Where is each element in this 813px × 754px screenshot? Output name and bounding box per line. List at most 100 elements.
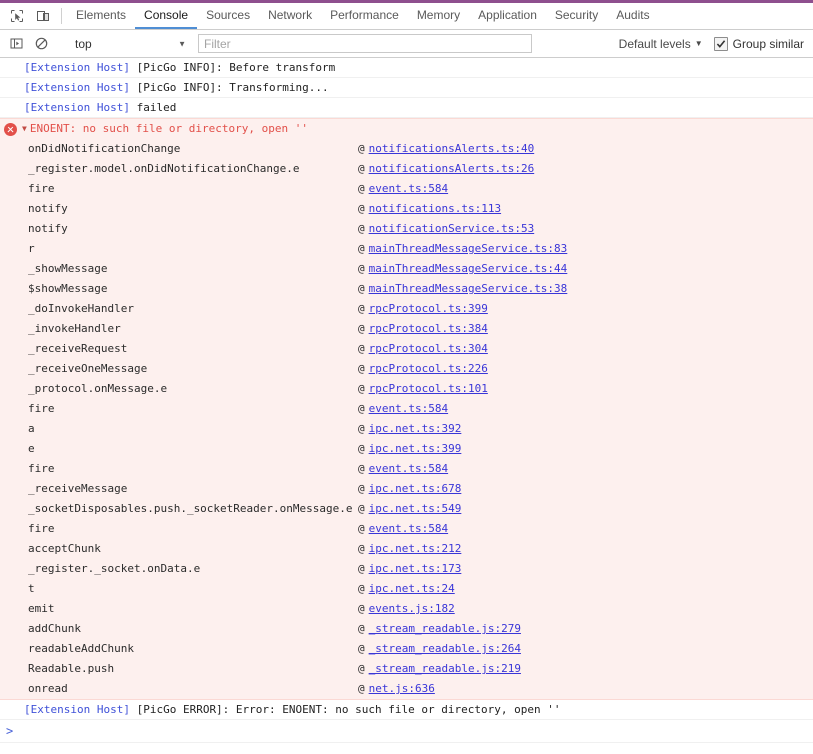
stack-frame[interactable]: _receiveMessage @ ipc.net.ts:678 xyxy=(0,479,813,499)
message-text: [PicGo INFO]: Transforming... xyxy=(129,81,329,94)
stack-source-link[interactable]: mainThreadMessageService.ts:38 xyxy=(369,279,568,299)
tab-network[interactable]: Network xyxy=(259,3,321,29)
tab-performance[interactable]: Performance xyxy=(321,3,408,29)
stack-frame[interactable]: _register.model.onDidNotificationChange.… xyxy=(0,159,813,179)
tab-elements[interactable]: Elements xyxy=(67,3,135,29)
stack-source-link[interactable]: rpcProtocol.ts:304 xyxy=(369,339,488,359)
stack-source-link[interactable]: ipc.net.ts:678 xyxy=(369,479,462,499)
stack-source-link[interactable]: _stream_readable.js:279 xyxy=(369,619,521,639)
stack-frame[interactable]: readableAddChunk @ _stream_readable.js:264 xyxy=(0,639,813,659)
stack-frame[interactable]: _receiveOneMessage @ rpcProtocol.ts:226 xyxy=(0,359,813,379)
console-message[interactable]: [Extension Host] [PicGo ERROR]: Error: E… xyxy=(0,700,813,720)
tab-application[interactable]: Application xyxy=(469,3,546,29)
tab-label: Memory xyxy=(416,8,461,22)
stack-source-link[interactable]: rpcProtocol.ts:226 xyxy=(369,359,488,379)
stack-source-link[interactable]: ipc.net.ts:212 xyxy=(369,539,462,559)
stack-source-link[interactable]: ipc.net.ts:549 xyxy=(369,499,462,519)
stack-frame[interactable]: _doInvokeHandler @ rpcProtocol.ts:399 xyxy=(0,299,813,319)
stack-frame[interactable]: fire @ event.ts:584 xyxy=(0,399,813,419)
tab-memory[interactable]: Memory xyxy=(408,3,469,29)
console-sidebar-icon[interactable] xyxy=(4,31,29,56)
tab-security[interactable]: Security xyxy=(546,3,607,29)
stack-source-link[interactable]: event.ts:584 xyxy=(369,459,448,479)
stack-source-link[interactable]: events.js:182 xyxy=(369,599,455,619)
stack-frame[interactable]: e @ ipc.net.ts:399 xyxy=(0,439,813,459)
stack-function-name: fire xyxy=(28,182,55,195)
stack-frame[interactable]: _showMessage @ mainThreadMessageService.ts… xyxy=(0,259,813,279)
stack-source-link[interactable]: notificationsAlerts.ts:40 xyxy=(369,139,535,159)
stack-source-link[interactable]: rpcProtocol.ts:384 xyxy=(369,319,488,339)
stack-frame[interactable]: notify @ notifications.ts:113 xyxy=(0,199,813,219)
console-message[interactable]: [Extension Host] failed xyxy=(0,98,813,118)
stack-function-name: _receiveMessage xyxy=(28,482,128,495)
stack-frame[interactable]: notify @ notificationService.ts:53 xyxy=(0,219,813,239)
at-symbol: @ xyxy=(358,582,365,595)
stack-frame[interactable]: r @ mainThreadMessageService.ts:83 xyxy=(0,239,813,259)
at-symbol: @ xyxy=(358,562,365,575)
error-message-header[interactable]: ▼ ENOENT: no such file or directory, ope… xyxy=(0,119,813,139)
stack-function-name: addChunk xyxy=(28,622,81,635)
stack-frame[interactable]: fire @ event.ts:584 xyxy=(0,459,813,479)
panel-tabs: Elements Console Sources Network Perform… xyxy=(67,3,659,29)
tab-console[interactable]: Console xyxy=(135,3,198,29)
stack-source-link[interactable]: _stream_readable.js:264 xyxy=(369,639,521,659)
stack-frame[interactable]: onDidNotificationChange @ notificationsAle… xyxy=(0,139,813,159)
stack-frame[interactable]: _receiveRequest @ rpcProtocol.ts:304 xyxy=(0,339,813,359)
stack-source-link[interactable]: notificationsAlerts.ts:26 xyxy=(369,159,535,179)
stack-frame[interactable]: emit @ events.js:182 xyxy=(0,599,813,619)
stack-frame[interactable]: Readable.push @ _stream_readable.js:219 xyxy=(0,659,813,679)
stack-frame[interactable]: t @ ipc.net.ts:24 xyxy=(0,579,813,599)
stack-source-link[interactable]: _stream_readable.js:219 xyxy=(369,659,521,679)
stack-frame[interactable]: _invokeHandler @ rpcProtocol.ts:384 xyxy=(0,319,813,339)
stack-source-link[interactable]: event.ts:584 xyxy=(369,179,448,199)
stack-source-link[interactable]: mainThreadMessageService.ts:83 xyxy=(369,239,568,259)
stack-source-link[interactable]: rpcProtocol.ts:399 xyxy=(369,299,488,319)
chevron-down-icon: ▼ xyxy=(178,39,186,48)
message-text: [PicGo INFO]: Before transform xyxy=(129,61,336,74)
stack-frame[interactable]: onread @ net.js:636 xyxy=(0,679,813,699)
at-symbol: @ xyxy=(358,522,365,535)
console-message[interactable]: [Extension Host] [PicGo INFO]: Before tr… xyxy=(0,58,813,78)
stack-source-link[interactable]: event.ts:584 xyxy=(369,399,448,419)
stack-source-link[interactable]: net.js:636 xyxy=(369,679,435,699)
stack-frame[interactable]: fire @ event.ts:584 xyxy=(0,179,813,199)
expand-triangle-icon[interactable]: ▼ xyxy=(22,119,27,139)
clear-console-icon[interactable] xyxy=(29,31,54,56)
stack-source-link[interactable]: notificationService.ts:53 xyxy=(369,219,535,239)
stack-source-link[interactable]: rpcProtocol.ts:101 xyxy=(369,379,488,399)
stack-frame[interactable]: $showMessage @ mainThreadMessageService.ts… xyxy=(0,279,813,299)
console-message[interactable]: [Extension Host] [PicGo INFO]: Transform… xyxy=(0,78,813,98)
at-symbol: @ xyxy=(358,362,365,375)
tab-audits[interactable]: Audits xyxy=(607,3,658,29)
at-symbol: @ xyxy=(358,422,365,435)
stack-frame[interactable]: fire @ event.ts:584 xyxy=(0,519,813,539)
stack-frame[interactable]: _socketDisposables.push._socketReader.on… xyxy=(0,499,813,519)
stack-source-link[interactable]: notifications.ts:113 xyxy=(369,199,501,219)
group-similar-toggle[interactable]: Group similar xyxy=(713,36,804,51)
stack-frame[interactable]: acceptChunk @ ipc.net.ts:212 xyxy=(0,539,813,559)
at-symbol: @ xyxy=(358,342,365,355)
stack-frame[interactable]: _protocol.onMessage.e @ rpcProtocol.ts:101 xyxy=(0,379,813,399)
inspect-element-icon[interactable] xyxy=(4,3,30,29)
execution-context-select[interactable]: top ▼ xyxy=(69,34,192,53)
group-similar-checkbox[interactable] xyxy=(713,36,728,51)
stack-source-link[interactable]: ipc.net.ts:399 xyxy=(369,439,462,459)
tab-sources[interactable]: Sources xyxy=(197,3,259,29)
stack-function-name: r xyxy=(28,242,35,255)
stack-source-link[interactable]: ipc.net.ts:392 xyxy=(369,419,462,439)
stack-source-link[interactable]: mainThreadMessageService.ts:44 xyxy=(369,259,568,279)
stack-frame[interactable]: _register._socket.onData.e @ ipc.net.ts:17… xyxy=(0,559,813,579)
stack-frame[interactable]: addChunk @ _stream_readable.js:279 xyxy=(0,619,813,639)
filter-input[interactable] xyxy=(198,34,532,53)
log-levels-dropdown[interactable]: Default levels ▼ xyxy=(619,37,703,51)
tab-label: Elements xyxy=(76,8,127,22)
at-symbol: @ xyxy=(358,482,365,495)
device-toolbar-icon[interactable] xyxy=(30,3,56,29)
console-prompt[interactable]: > xyxy=(0,720,813,743)
stack-source-link[interactable]: event.ts:584 xyxy=(369,519,448,539)
stack-source-link[interactable]: ipc.net.ts:24 xyxy=(369,579,455,599)
stack-frame[interactable]: a @ ipc.net.ts:392 xyxy=(0,419,813,439)
at-symbol: @ xyxy=(358,182,365,195)
at-symbol: @ xyxy=(358,282,365,295)
stack-source-link[interactable]: ipc.net.ts:173 xyxy=(369,559,462,579)
